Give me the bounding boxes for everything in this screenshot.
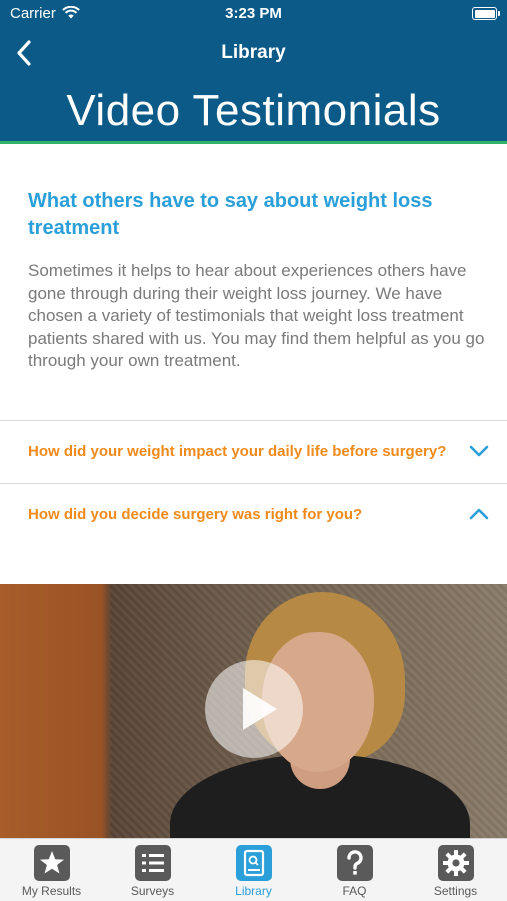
play-icon	[243, 688, 277, 730]
gear-icon	[438, 845, 474, 881]
tab-label: My Results	[21, 884, 82, 898]
chevron-down-icon	[469, 445, 489, 457]
status-time: 3:23 PM	[225, 5, 282, 22]
list-icon	[135, 845, 171, 881]
book-icon	[236, 845, 272, 881]
faq-item-decide-surgery[interactable]: How did you decide surgery was right for…	[0, 483, 507, 546]
faq-question: How did your weight impact your daily li…	[28, 443, 447, 460]
intro-title: What others have to say about weight los…	[28, 190, 433, 239]
tab-label: Library	[235, 884, 272, 898]
intro-body: Sometimes it helps to hear about experie…	[28, 261, 485, 370]
nav-title: Library	[221, 42, 286, 63]
battery-icon	[472, 7, 500, 20]
star-icon	[34, 845, 70, 881]
play-button[interactable]	[205, 660, 303, 758]
header: Carrier 3:23 PM Library Video Testimonia…	[0, 0, 507, 144]
faq-question: How did you decide surgery was right for…	[28, 506, 363, 523]
chevron-up-icon	[469, 508, 489, 520]
tab-surveys[interactable]: Surveys	[102, 839, 203, 901]
tab-bar: My Results Surveys Library FAQ Settings	[0, 838, 507, 901]
faq-item-daily-life[interactable]: How did your weight impact your daily li…	[0, 420, 507, 483]
question-icon	[337, 845, 373, 881]
tab-label: Settings	[433, 884, 478, 898]
status-bar: Carrier 3:23 PM	[0, 0, 507, 28]
tab-label: FAQ	[342, 884, 367, 898]
tab-library[interactable]: Library	[203, 839, 304, 901]
tab-faq[interactable]: FAQ	[304, 839, 405, 901]
tab-my-results[interactable]: My Results	[1, 839, 102, 901]
page-title: Video Testimonials	[66, 86, 441, 135]
tab-settings[interactable]: Settings	[405, 839, 506, 901]
tab-label: Surveys	[130, 884, 175, 898]
video-player[interactable]	[0, 584, 507, 838]
